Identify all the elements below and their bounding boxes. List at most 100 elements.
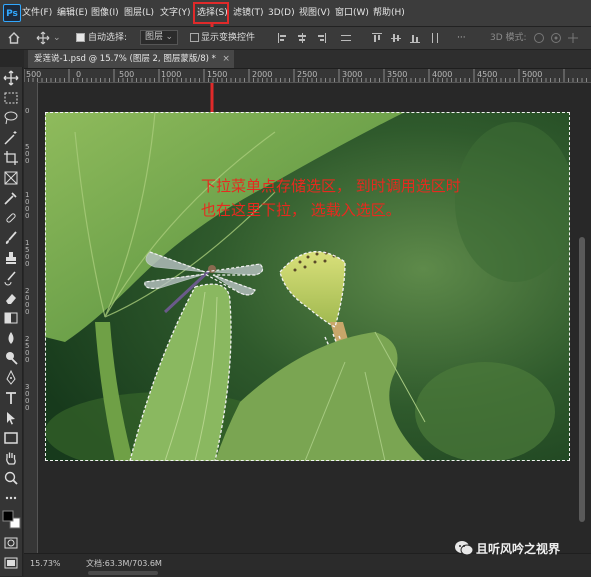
more-icon[interactable] xyxy=(3,490,19,506)
menu-type[interactable]: 文字(Y) xyxy=(160,6,191,20)
path-select-icon[interactable] xyxy=(3,410,19,426)
history-brush-icon[interactable] xyxy=(3,270,19,286)
align-center-h-icon[interactable] xyxy=(297,33,307,43)
home-icon[interactable] xyxy=(7,31,21,45)
ruler-v-label: 2000 xyxy=(25,287,30,316)
type-icon[interactable] xyxy=(3,390,19,406)
menu-bar: Ps 文件(F) 编辑(E) 图像(I) 图层(L) 文字(Y) 选择(S) 滤… xyxy=(0,0,591,27)
align-bottom-icon[interactable] xyxy=(410,33,420,43)
menu-file[interactable]: 文件(F) xyxy=(22,6,52,20)
3d-roll-icon[interactable] xyxy=(550,32,562,44)
3d-pan-icon[interactable] xyxy=(567,32,579,44)
menu-filter[interactable]: 滤镜(T) xyxy=(233,6,264,20)
close-icon[interactable]: × xyxy=(222,50,230,68)
align-left-icon[interactable] xyxy=(278,33,288,43)
gradient-icon[interactable] xyxy=(3,310,19,326)
crop-icon[interactable] xyxy=(3,150,19,166)
clone-stamp-icon[interactable] xyxy=(3,250,19,266)
menu-window[interactable]: 窗口(W) xyxy=(335,6,369,20)
menu-3d[interactable]: 3D(D) xyxy=(268,6,295,20)
watermark: 且听风吟之视界 xyxy=(452,537,587,561)
ruler-h-label: 3000 xyxy=(342,70,363,79)
ruler-v-label: 3000 xyxy=(25,383,30,412)
align-middle-v-icon[interactable] xyxy=(391,33,401,43)
3d-mode-label: 3D 模式: xyxy=(490,33,527,43)
ruler-h-label: 3500 xyxy=(387,70,408,79)
eraser-icon[interactable] xyxy=(3,290,19,306)
document-tab-row: 爱莲说-1.psd @ 15.7% (图层 2, 图层蒙版/8) * × xyxy=(24,50,591,69)
ruler-h-label: 2500 xyxy=(297,70,318,79)
menu-view[interactable]: 视图(V) xyxy=(299,6,330,20)
menu-edit[interactable]: 编辑(E) xyxy=(57,6,88,20)
ruler-h-label: 5000 xyxy=(522,70,543,79)
ruler-h-label: 500 xyxy=(26,70,42,79)
auto-select-label: 自动选择: xyxy=(88,33,128,43)
3d-orbit-icon[interactable] xyxy=(533,32,545,44)
ruler-vertical[interactable]: 0 500 1000 1500 2000 2500 3000 xyxy=(24,82,38,553)
pen-icon[interactable] xyxy=(3,370,19,386)
vertical-scrollbar[interactable] xyxy=(578,112,586,522)
more-options-icon[interactable]: ··· xyxy=(457,31,466,45)
ruler-v-label: 500 xyxy=(25,143,30,165)
ruler-h-label: 2000 xyxy=(252,70,273,79)
ruler-v-label: 0 xyxy=(25,107,30,115)
vertical-scrollbar-thumb[interactable] xyxy=(579,237,585,522)
annotation-text-line2: 也在这里下拉， 选载入选区。 xyxy=(201,201,401,219)
move-tool-options-icon[interactable] xyxy=(36,31,50,45)
ruler-horizontal[interactable]: 500 0 500 1000 1500 2000 2500 3000 3500 … xyxy=(24,69,591,83)
menu-image[interactable]: 图像(I) xyxy=(91,6,119,20)
rectangle-icon[interactable] xyxy=(3,430,19,446)
brush-icon[interactable] xyxy=(3,230,19,246)
menu-layer[interactable]: 图层(L) xyxy=(124,6,154,20)
tools-panel xyxy=(0,67,23,576)
ruler-v-label: 2500 xyxy=(25,335,30,364)
show-transform-controls-checkbox[interactable] xyxy=(190,33,199,42)
screen-mode-icon[interactable] xyxy=(3,555,19,571)
ruler-h-label: 4500 xyxy=(477,70,498,79)
zoom-icon[interactable] xyxy=(3,470,19,486)
auto-select-target-value: 图层 xyxy=(145,32,164,42)
blur-icon[interactable] xyxy=(3,330,19,346)
quick-mask-icon[interactable] xyxy=(3,535,19,551)
tool-preset-chevron-icon[interactable]: ⌄ xyxy=(53,31,61,45)
healing-brush-icon[interactable] xyxy=(3,210,19,226)
options-bar: ⌄ 自动选择: 图层 ⌄ 显示变换控件 ··· 3D 模式: xyxy=(0,27,591,50)
horizontal-scrollbar[interactable] xyxy=(88,571,158,575)
ruler-h-label: 1000 xyxy=(161,70,182,79)
lasso-icon[interactable] xyxy=(3,110,19,126)
ruler-v-label: 1500 xyxy=(25,239,30,268)
distribute-icon[interactable] xyxy=(341,33,351,43)
ruler-h-label: 0 xyxy=(76,70,82,79)
dropdown-chevron-icon: ⌄ xyxy=(165,32,173,42)
annotation-text-line1: 下拉菜单点存储选区， 到时调用选区时 xyxy=(201,177,461,195)
ruler-h-label: 1500 xyxy=(207,70,228,79)
document-size: 文档:63.3M/703.6M xyxy=(86,559,162,568)
distribute-v-icon[interactable] xyxy=(430,33,440,43)
watermark-text: 且听风吟之视界 xyxy=(476,542,561,556)
menu-help[interactable]: 帮助(H) xyxy=(373,6,405,20)
marquee-icon[interactable] xyxy=(3,90,19,106)
auto-select-target-dropdown[interactable]: 图层 ⌄ xyxy=(140,30,178,45)
frame-icon[interactable] xyxy=(3,170,19,186)
ruler-v-label: 1000 xyxy=(25,191,30,220)
move-icon[interactable] xyxy=(3,70,19,86)
document-tab[interactable]: 爱莲说-1.psd @ 15.7% (图层 2, 图层蒙版/8) * × xyxy=(28,50,234,68)
magic-wand-icon[interactable] xyxy=(3,130,19,146)
hand-icon[interactable] xyxy=(3,450,19,466)
auto-select-checkbox[interactable] xyxy=(76,33,85,42)
eyedropper-icon[interactable] xyxy=(3,190,19,206)
status-arrow-icon[interactable]: › xyxy=(154,558,157,570)
show-transform-controls-label: 显示变换控件 xyxy=(201,33,256,43)
ruler-h-label: 4000 xyxy=(432,70,453,79)
selection-marquee xyxy=(45,112,570,461)
align-top-icon[interactable] xyxy=(372,33,382,43)
zoom-level[interactable]: 15.73% xyxy=(30,558,61,570)
ruler-h-label: 500 xyxy=(119,70,135,79)
align-right-icon[interactable] xyxy=(316,33,326,43)
menu-select-highlight-box xyxy=(193,2,229,24)
color-swatches-icon[interactable] xyxy=(1,508,21,530)
document-tab-title: 爱莲说-1.psd @ 15.7% (图层 2, 图层蒙版/8) * xyxy=(34,54,216,64)
photoshop-logo-icon[interactable]: Ps xyxy=(3,4,21,22)
wechat-icon xyxy=(455,541,474,556)
dodge-icon[interactable] xyxy=(3,350,19,366)
